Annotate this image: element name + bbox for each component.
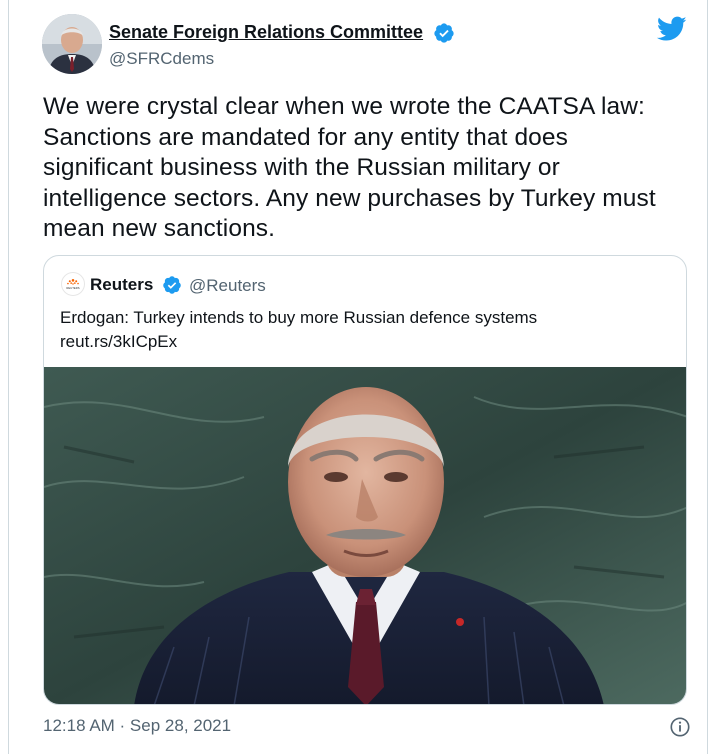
tweet-timestamp[interactable]: 12:18 AM · Sep 28, 2021 [43, 716, 231, 736]
quoted-tweet-text: Erdogan: Turkey intends to buy more Russ… [60, 306, 670, 354]
tweet-text-line: We were crystal clear when we wrote the … [43, 93, 645, 120]
quoted-author-handle[interactable]: @Reuters [189, 276, 266, 296]
avatar-photo [42, 14, 102, 74]
quoted-tweet-link[interactable]: reut.rs/3kICpEx [60, 330, 670, 354]
tweet-text-line: mean new sanctions. [43, 215, 276, 242]
twitter-bird-icon[interactable] [657, 16, 687, 42]
quoted-tweet-headline: Erdogan: Turkey intends to buy more Russ… [60, 308, 538, 327]
author-handle[interactable]: @SFRCdems [109, 49, 214, 69]
quoted-author-name[interactable]: Reuters [90, 275, 153, 295]
reuters-logo: REUTERS [61, 272, 85, 296]
info-icon[interactable] [669, 716, 691, 738]
author-avatar[interactable] [42, 14, 102, 74]
verified-badge-icon [434, 23, 454, 43]
verified-badge-icon [163, 276, 181, 294]
tweet-card: Senate Foreign Relations Committee @SFRC… [8, 0, 708, 754]
quoted-tweet-photo[interactable] [44, 367, 687, 705]
tweet-text-line: Sanctions are mandated for any entity th… [43, 123, 568, 151]
author-name[interactable]: Senate Foreign Relations Committee [109, 22, 423, 43]
tweet-text-line: intelligence sectors. Any new purchases … [43, 184, 656, 212]
tweet-text-line: significant business with the Russian mi… [43, 154, 560, 181]
reuters-logo-text: REUTERS [66, 286, 79, 290]
tweet-text: We were crystal clear when we wrote the … [43, 92, 683, 245]
quoted-tweet[interactable]: REUTERS Reuters @Reuters Erdogan: Turkey… [43, 255, 687, 705]
